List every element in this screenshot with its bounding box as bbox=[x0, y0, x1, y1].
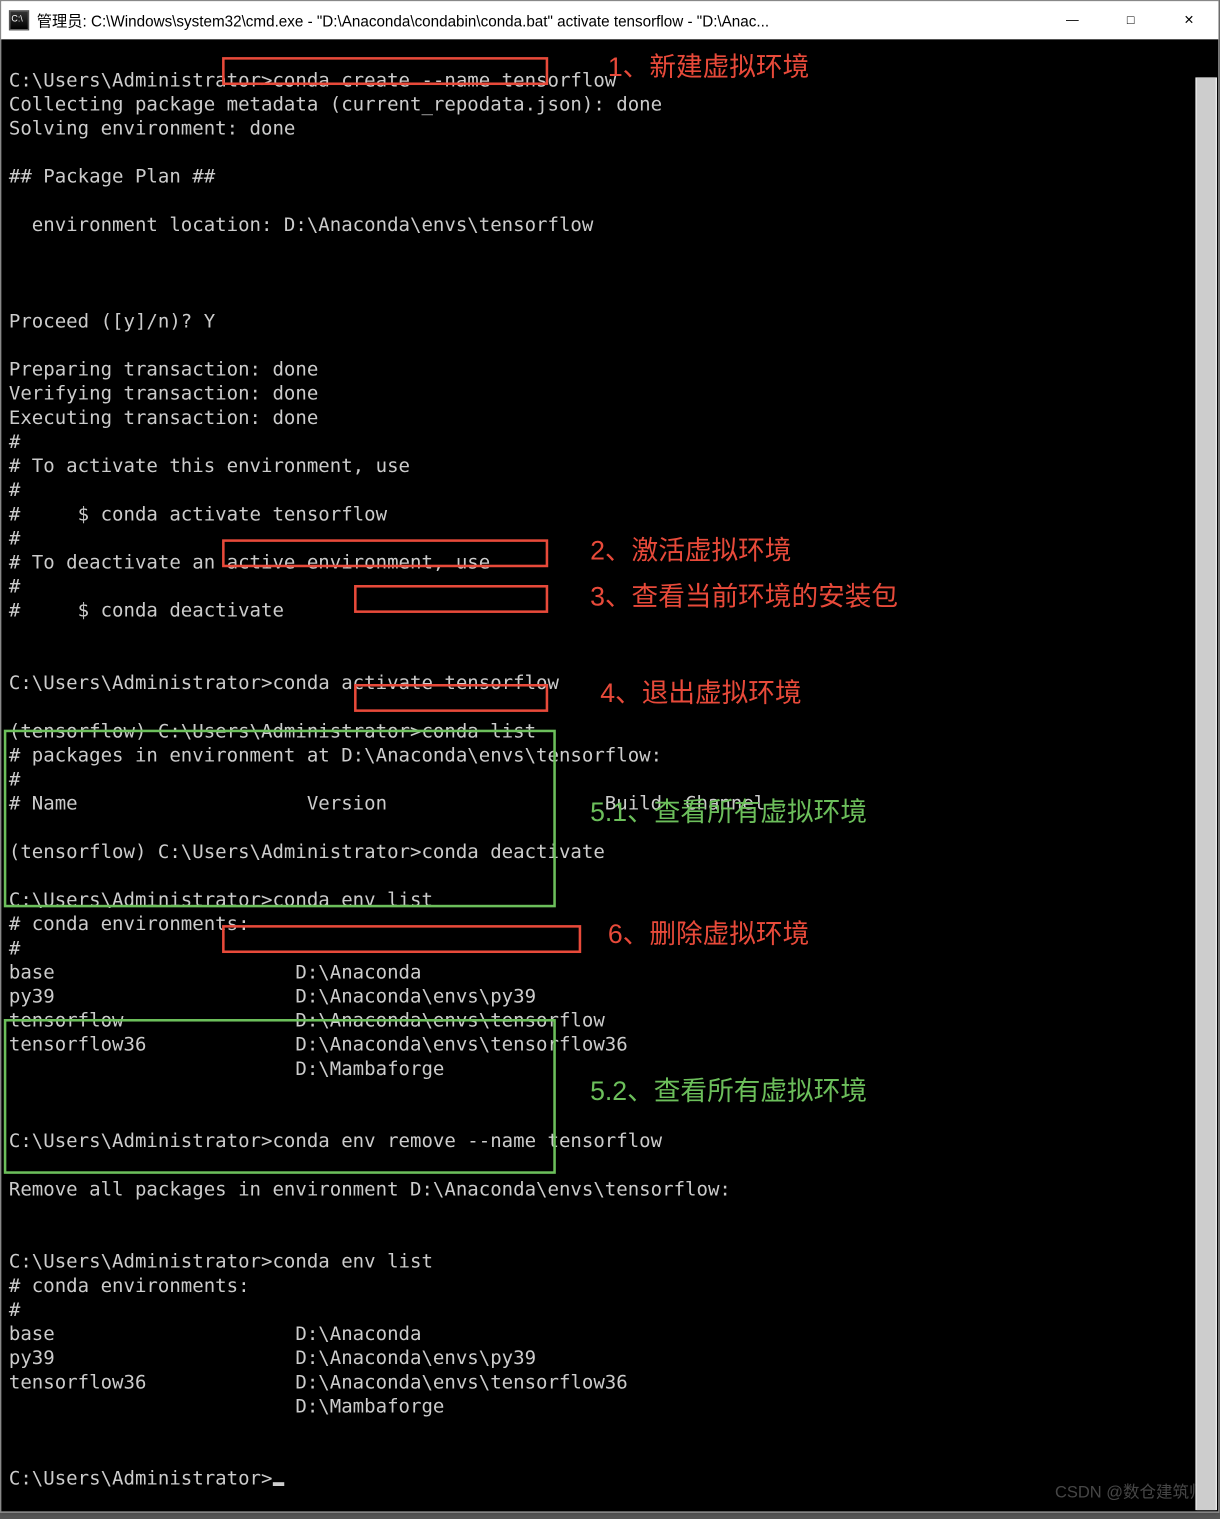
terminal-output[interactable]: C:\Users\Administrator>conda create --na… bbox=[1, 39, 1218, 1511]
cmd-window: C:\ 管理员: C:\Windows\system32\cmd.exe - "… bbox=[0, 0, 1220, 1513]
window-title: 管理员: C:\Windows\system32\cmd.exe - "D:\A… bbox=[37, 10, 1043, 32]
maximize-button[interactable]: □ bbox=[1101, 1, 1159, 39]
close-button[interactable]: ✕ bbox=[1160, 1, 1218, 39]
cursor bbox=[272, 1482, 283, 1486]
vertical-scrollbar[interactable] bbox=[1195, 77, 1217, 1510]
app-icon: C:\ bbox=[9, 10, 29, 30]
titlebar[interactable]: C:\ 管理员: C:\Windows\system32\cmd.exe - "… bbox=[1, 1, 1218, 39]
terminal-text: C:\Users\Administrator>conda create --na… bbox=[9, 44, 1211, 1491]
scrollbar-thumb[interactable] bbox=[1197, 77, 1216, 1510]
minimize-button[interactable]: — bbox=[1043, 1, 1101, 39]
